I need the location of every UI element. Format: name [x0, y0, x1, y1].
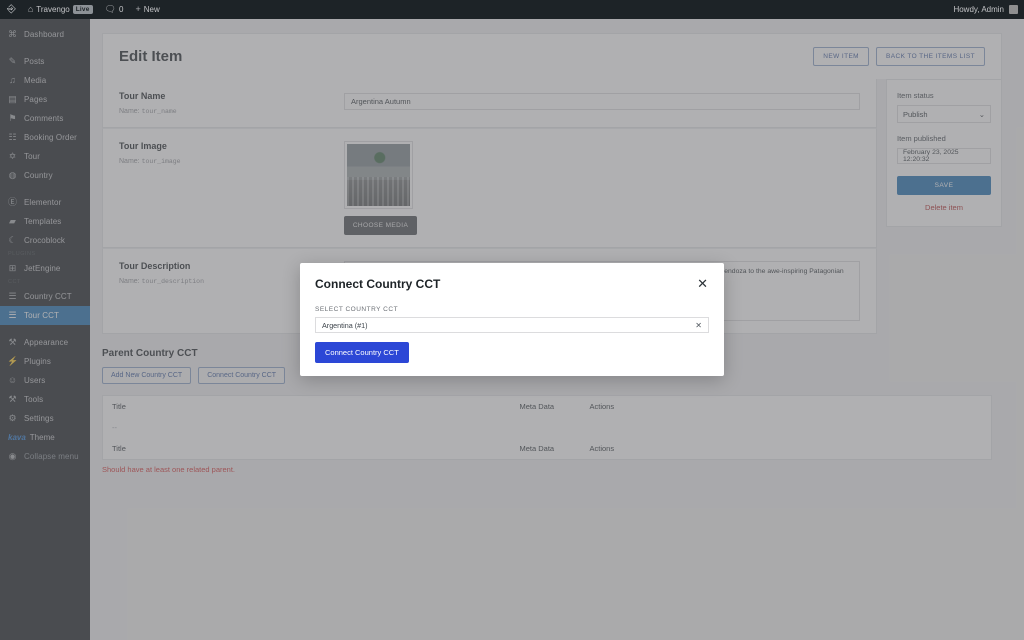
comments-link[interactable]: 🗨 0 — [99, 0, 130, 19]
country-cct-selected-value: Argentina (#1) — [322, 320, 368, 330]
admin-bar-left: ⎆ ⌂ Travengo Live 🗨 0 + New — [0, 0, 166, 19]
new-label: New — [143, 5, 160, 14]
screen-root: ⎆ ⌂ Travengo Live 🗨 0 + New Howdy, Admin… — [0, 0, 1024, 640]
modal-header: Connect Country CCT ✕ — [315, 277, 709, 291]
avatar — [1009, 5, 1018, 14]
close-x-icon[interactable]: ✕ — [696, 277, 709, 290]
site-name-label: Travengo — [36, 5, 70, 14]
howdy-label: Howdy, Admin — [953, 5, 1004, 14]
new-content-menu[interactable]: + New — [129, 0, 165, 19]
admin-bar-right[interactable]: Howdy, Admin — [953, 5, 1024, 14]
modal-connect-country-cct-button[interactable]: Connect Country CCT — [315, 342, 409, 363]
plus-icon: + — [135, 4, 141, 14]
comment-bubble-icon: 🗨 — [104, 4, 116, 14]
clear-x-icon[interactable]: ✕ — [695, 321, 702, 330]
home-icon: ⌂ — [27, 4, 34, 14]
country-cct-select[interactable]: Argentina (#1) ✕ — [315, 317, 709, 333]
modal-field-label: SELECT COUNTRY CCT — [315, 306, 399, 313]
modal-title: Connect Country CCT — [315, 277, 441, 291]
admin-bar: ⎆ ⌂ Travengo Live 🗨 0 + New Howdy, Admin — [0, 0, 1024, 19]
wordpress-logo-icon[interactable]: ⎆ — [0, 0, 22, 19]
comments-count: 0 — [119, 5, 124, 14]
connect-country-cct-modal: Connect Country CCT ✕ SELECT COUNTRY CCT… — [300, 263, 724, 376]
site-name-menu[interactable]: ⌂ Travengo Live — [22, 0, 99, 19]
live-badge: Live — [72, 5, 93, 14]
